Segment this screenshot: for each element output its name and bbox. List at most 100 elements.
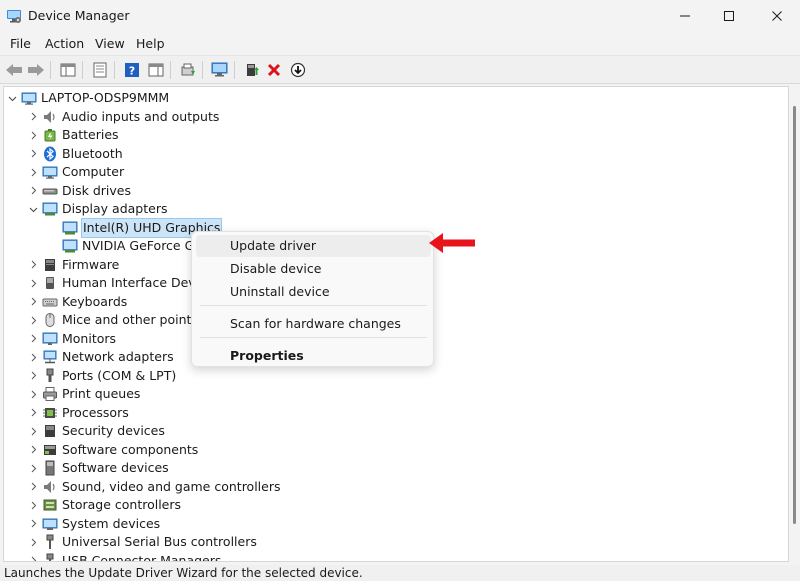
back-button[interactable]	[4, 60, 24, 80]
tree-item-label: Print queues	[62, 386, 141, 401]
tree-item-bluetooth[interactable]: Bluetooth	[28, 145, 123, 163]
chevron-right-icon[interactable]	[28, 145, 38, 163]
update-driver-toolbar-button[interactable]	[178, 60, 198, 80]
forward-button[interactable]	[26, 60, 46, 80]
status-bar: Launches the Update Driver Wizard for th…	[0, 565, 800, 581]
chevron-right-icon[interactable]	[28, 404, 38, 422]
back-arrow-icon	[6, 64, 22, 76]
tree-item-hid[interactable]: Human Interface Device	[28, 274, 214, 292]
tree-item-monitors[interactable]: Monitors	[28, 330, 116, 348]
chevron-right-icon[interactable]	[28, 311, 38, 329]
speaker-icon	[42, 109, 58, 125]
maximize-icon	[724, 11, 734, 21]
tree-item-sound[interactable]: Sound, video and game controllers	[28, 478, 281, 496]
chevron-right-icon[interactable]	[28, 274, 38, 292]
chevron-right-icon[interactable]	[28, 515, 38, 533]
show-hide-console-tree-icon	[60, 63, 76, 77]
tree-item-label: Batteries	[62, 127, 119, 142]
context-menu: Update driver Disable device Uninstall d…	[191, 231, 434, 367]
tree-item-print-queues[interactable]: Print queues	[28, 385, 140, 403]
tree-item-display-adapters[interactable]: Display adapters	[28, 200, 167, 218]
chevron-right-icon[interactable]	[28, 441, 38, 459]
scrollbar-thumb[interactable]	[793, 106, 796, 524]
chevron-right-icon[interactable]	[28, 126, 38, 144]
chevron-right-icon[interactable]	[28, 348, 38, 366]
maximize-button[interactable]	[706, 0, 752, 32]
toolbar-separator	[82, 61, 83, 79]
chevron-right-icon[interactable]	[28, 330, 38, 348]
device-manager-icon	[6, 8, 22, 24]
uninstall-device-button[interactable]	[264, 60, 284, 80]
chevron-right-icon[interactable]	[28, 533, 38, 551]
chevron-down-icon[interactable]	[7, 89, 17, 107]
chevron-down-icon[interactable]	[28, 200, 38, 218]
window-title: Device Manager	[28, 8, 130, 23]
chevron-right-icon[interactable]	[28, 182, 38, 200]
tree-item-disk-drives[interactable]: Disk drives	[28, 182, 131, 200]
disable-device-icon	[290, 62, 306, 78]
menu-disable-device[interactable]: Disable device	[196, 258, 431, 280]
menu-uninstall-device[interactable]: Uninstall device	[196, 281, 431, 303]
tree-item-firmware[interactable]: Firmware	[28, 256, 119, 274]
tree-item-storage[interactable]: Storage controllers	[28, 496, 181, 514]
tree-item-processors[interactable]: Processors	[28, 404, 129, 422]
close-button[interactable]	[754, 0, 800, 32]
tree-item-keyboards[interactable]: Keyboards	[28, 293, 127, 311]
monitor-icon	[42, 331, 58, 347]
chevron-right-icon[interactable]	[28, 293, 38, 311]
tree-item-software-devices[interactable]: Software devices	[28, 459, 169, 477]
tree-item-system-devices[interactable]: System devices	[28, 515, 160, 533]
menu-action[interactable]: Action	[45, 36, 84, 51]
tree-root[interactable]: LAPTOP-ODSP9MMM	[7, 89, 169, 107]
tree-item-security[interactable]: Security devices	[28, 422, 165, 440]
chevron-right-icon[interactable]	[28, 367, 38, 385]
menu-help[interactable]: Help	[136, 36, 165, 51]
tree-item-label: Universal Serial Bus controllers	[62, 534, 257, 549]
chevron-right-icon[interactable]	[28, 459, 38, 477]
menu-file[interactable]: File	[10, 36, 31, 51]
help-button[interactable]: ?	[122, 60, 142, 80]
tree-item-usb-controllers[interactable]: Universal Serial Bus controllers	[28, 533, 257, 551]
svg-text:?: ?	[129, 65, 135, 78]
processor-icon	[42, 405, 58, 421]
add-driver-button[interactable]	[242, 60, 262, 80]
tree-item-label: Sound, video and game controllers	[62, 478, 281, 494]
display-adapter-icon	[42, 201, 58, 217]
menu-update-driver[interactable]: Update driver	[196, 235, 431, 257]
usb-icon	[42, 534, 58, 550]
tree-item-mice[interactable]: Mice and other pointing	[28, 311, 211, 329]
tree-item-audio[interactable]: Audio inputs and outputs	[28, 108, 219, 126]
tree-item-batteries[interactable]: Batteries	[28, 126, 119, 144]
chevron-right-icon[interactable]	[28, 163, 38, 181]
tree-item-computer[interactable]: Computer	[28, 163, 124, 181]
tree-item-software-components[interactable]: Software components	[28, 441, 198, 459]
tree-item-label: Software devices	[62, 460, 169, 475]
menu-scan-hardware[interactable]: Scan for hardware changes	[196, 313, 431, 335]
mouse-icon	[42, 312, 58, 328]
tree-item-usb-connector-managers[interactable]: USB Connector Managers	[28, 552, 221, 561]
tree-item-label: Mice and other pointing	[62, 312, 211, 327]
tree-item-network[interactable]: Network adapters	[28, 348, 174, 366]
firmware-icon	[42, 257, 58, 273]
tree-item-label: Processors	[62, 404, 129, 420]
chevron-right-icon[interactable]	[28, 478, 38, 496]
action-pane-button[interactable]	[146, 60, 166, 80]
disable-device-button[interactable]	[288, 60, 308, 80]
minimize-icon	[680, 15, 690, 17]
properties-button[interactable]	[90, 60, 110, 80]
menu-view[interactable]: View	[95, 36, 125, 51]
menu-properties[interactable]: Properties	[196, 345, 431, 367]
sound-controller-icon	[42, 479, 58, 495]
vertical-scrollbar[interactable]	[789, 86, 800, 562]
scan-hardware-button[interactable]	[210, 60, 230, 80]
tree-item-ports[interactable]: Ports (COM & LPT)	[28, 367, 176, 385]
chevron-right-icon[interactable]	[28, 552, 38, 561]
chevron-right-icon[interactable]	[28, 108, 38, 126]
chevron-right-icon[interactable]	[28, 385, 38, 403]
chevron-right-icon[interactable]	[28, 496, 38, 514]
tree-item-nvidia-geforce-gtx[interactable]: NVIDIA GeForce GTX	[62, 237, 210, 255]
minimize-button[interactable]	[662, 0, 708, 32]
chevron-right-icon[interactable]	[28, 422, 38, 440]
chevron-right-icon[interactable]	[28, 256, 38, 274]
show-hide-tree-button[interactable]	[58, 60, 78, 80]
